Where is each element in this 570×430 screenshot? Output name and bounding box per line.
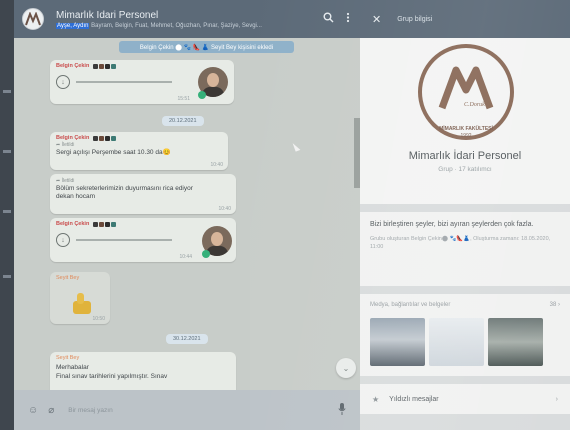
- participants-highlight: Ayşe, Aydın: [56, 22, 90, 29]
- media-thumbnail[interactable]: [488, 318, 543, 366]
- svg-text:C.Doruk: C.Doruk: [464, 102, 485, 108]
- emoji-icon[interactable]: ☺: [28, 405, 38, 416]
- group-name: Mimarlık İdari Personel: [408, 150, 522, 162]
- menu-icon[interactable]: [346, 12, 350, 26]
- media-count[interactable]: 38 ›: [550, 302, 560, 308]
- group-logo-icon: [25, 12, 41, 26]
- media-thumbnail[interactable]: [370, 318, 425, 366]
- message-text: Final sınav tarihlerini yapılmıştır. Sın…: [56, 373, 168, 381]
- sender-emoji-icons: [93, 135, 117, 141]
- group-avatar[interactable]: [22, 8, 44, 30]
- voice-waveform[interactable]: [76, 239, 172, 241]
- thumbs-up-sticker-icon: [68, 293, 94, 315]
- participants-list: Ayşe, Aydın Bayram, Belgin, Fuat, Mehmet…: [56, 22, 317, 29]
- faculty-logo-icon: C.Doruk: [438, 66, 494, 110]
- forwarded-label: ➦ İletildi: [56, 142, 75, 148]
- sender-emoji-icons: [93, 63, 117, 69]
- message-sender: Seyit Bey: [56, 275, 80, 281]
- star-icon: ★: [372, 394, 380, 404]
- panel-title: Grup bilgisi: [397, 15, 433, 23]
- creator-info: Grubu oluşturan Belgin Çekin⬤ 🐾👠👗, Oluşt…: [370, 236, 551, 250]
- media-section[interactable]: Medya, bağlantılar ve belgeler 38 ›: [360, 294, 570, 376]
- message-time: 10:40: [218, 206, 231, 212]
- message-text: Sergi açılışı Perşembe saat 10.30 da😊: [56, 149, 171, 156]
- media-label: Medya, bağlantılar ve belgeler: [370, 302, 451, 308]
- sender-emoji-icons: [93, 221, 117, 227]
- media-thumbnail[interactable]: [429, 318, 484, 366]
- voice-mic-icon: [198, 91, 206, 99]
- message-sender: Seyit Bey: [56, 355, 80, 361]
- panel-header: ✕ Grup bilgisi: [360, 0, 570, 38]
- text-message[interactable]: Seyit Bey Merhabalar Final sınav tarihle…: [50, 352, 236, 390]
- microphone-icon[interactable]: [338, 402, 346, 418]
- group-profile: C.Doruk MİMARLIK FAKÜLTESİ 1992 Mimarlık…: [360, 38, 570, 204]
- scroll-down-button[interactable]: ⌄: [336, 358, 356, 378]
- screen: Mimarlık İdari Personel Ayşe, Aydın Bayr…: [0, 0, 570, 430]
- voice-mic-icon: [202, 250, 210, 258]
- date-separator: 30.12.2021: [166, 334, 208, 344]
- search-icon[interactable]: [323, 12, 334, 26]
- message-time: 15:51: [177, 96, 190, 102]
- voice-waveform[interactable]: [76, 81, 172, 83]
- left-edge: [0, 0, 14, 430]
- chat-header-text[interactable]: Mimarlık İdari Personel Ayşe, Aydın Bayr…: [56, 10, 317, 29]
- faculty-logo-text: MİMARLIK FAKÜLTESİ 1992: [439, 126, 493, 139]
- starred-label: Yıldızlı mesajlar: [389, 395, 439, 403]
- message-time: 10:50: [92, 316, 105, 322]
- description-text: Bizi birleştiren şeyler, bizi ayıran şey…: [370, 221, 534, 228]
- close-icon[interactable]: ✕: [372, 13, 381, 26]
- chat-title: Mimarlık İdari Personel: [56, 9, 159, 21]
- message-text: Bölüm sekreterlerimizin duyurmasını rica…: [56, 185, 193, 201]
- text-message[interactable]: ➦ İletildi Bölüm sekreterlerimizin duyur…: [50, 174, 236, 214]
- download-icon[interactable]: ↓: [56, 233, 70, 247]
- chat-header[interactable]: Mimarlık İdari Personel Ayşe, Aydın Bayr…: [14, 0, 360, 38]
- chevron-right-icon: ›: [555, 395, 558, 403]
- group-info-panel: ✕ Grup bilgisi C.Doruk MİMARLIK FAKÜLTES…: [360, 0, 570, 430]
- starred-messages[interactable]: ★ Yıldızlı mesajlar ›: [360, 384, 570, 414]
- date-separator: 20.12.2021: [162, 116, 204, 126]
- voice-message[interactable]: Belgin Çekin ↓ 15:51: [50, 60, 234, 104]
- system-notice: Belgin Çekin ⬤ 🐾 👠 👗 Seyit Bey kişisini …: [119, 41, 294, 53]
- message-composer: ☺ ⌀ Bir mesaj yazın: [14, 390, 360, 430]
- message-sender: Belgin Çekin: [56, 135, 222, 141]
- forwarded-label: ➦ İletildi: [56, 178, 75, 184]
- message-text: Merhabalar: [56, 364, 89, 371]
- message-time: 10:40: [210, 162, 223, 168]
- message-time: 10:44: [179, 254, 192, 260]
- participants-rest: Bayram, Belgin, Fuat, Mehmet, Oğuzhan, P…: [91, 22, 262, 29]
- group-description[interactable]: Bizi birleştiren şeyler, bizi ayıran şey…: [360, 212, 570, 286]
- download-icon[interactable]: ↓: [56, 75, 70, 89]
- chat-area[interactable]: Belgin Çekin ⬤ 🐾 👠 👗 Seyit Bey kişisini …: [14, 38, 360, 390]
- attach-icon[interactable]: ⌀: [48, 405, 54, 416]
- message-input[interactable]: Bir mesaj yazın: [68, 407, 338, 414]
- message-sender: Belgin Çekin: [56, 63, 228, 69]
- message-sender: Belgin Çekin: [56, 221, 230, 227]
- text-message[interactable]: Belgin Çekin ➦ İletildi Sergi açılışı Pe…: [50, 132, 228, 170]
- voice-message[interactable]: Belgin Çekin ↓ 10:44: [50, 218, 236, 262]
- group-participant-count: Grup · 17 katılımcı: [438, 166, 492, 173]
